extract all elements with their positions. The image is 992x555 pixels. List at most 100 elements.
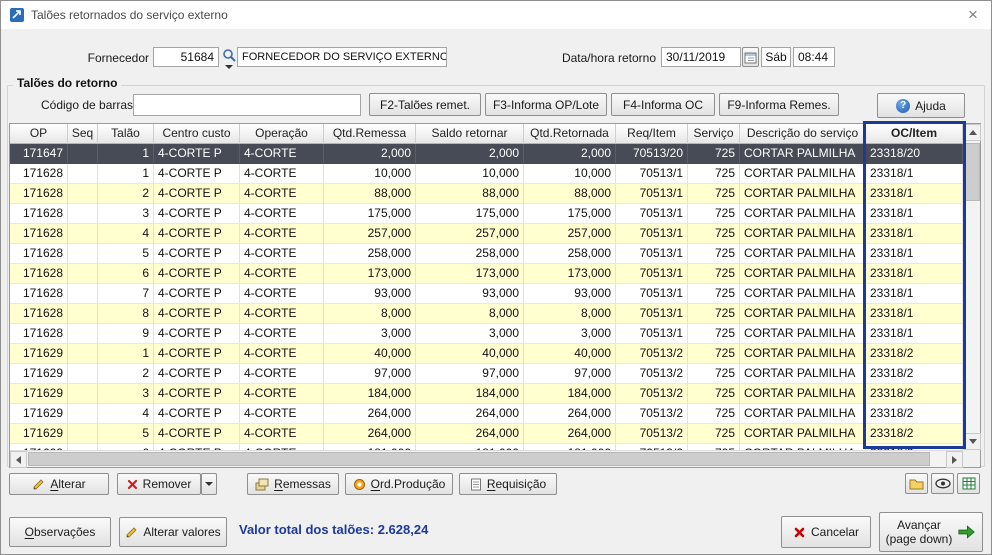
remessas-button[interactable]: Remessas bbox=[247, 473, 339, 495]
folder-icon bbox=[909, 478, 924, 490]
cell: 171629 bbox=[10, 404, 68, 424]
f9-informa-remes-button[interactable]: F9-Informa Remes. bbox=[719, 93, 839, 116]
column-header-servi-o[interactable]: Serviço bbox=[688, 124, 740, 144]
alterar-valores-label: Alterar valores bbox=[143, 525, 220, 539]
cell: 171628 bbox=[10, 284, 68, 304]
cell: 725 bbox=[688, 224, 740, 244]
table-row[interactable]: 17162844-CORTE P4-CORTE257,000257,000257… bbox=[10, 224, 963, 244]
alterar-button[interactable]: Alterar bbox=[9, 473, 109, 495]
alterar-valores-button[interactable]: Alterar valores bbox=[119, 517, 227, 547]
cell: 264,000 bbox=[416, 424, 524, 444]
f4-informa-oc-button[interactable]: F4-Informa OC bbox=[611, 93, 715, 116]
cell bbox=[68, 364, 98, 384]
observacoes-button[interactable]: Observações bbox=[9, 517, 111, 547]
table-row[interactable]: 17162864-CORTE P4-CORTE173,000173,000173… bbox=[10, 264, 963, 284]
cell: 725 bbox=[688, 244, 740, 264]
cell: CORTAR PALMILHA bbox=[740, 344, 866, 364]
cell: 3 bbox=[98, 204, 154, 224]
table-row[interactable]: 17162854-CORTE P4-CORTE258,000258,000258… bbox=[10, 244, 963, 264]
remover-dropdown-button[interactable] bbox=[201, 473, 217, 495]
table-row[interactable]: 17162824-CORTE P4-CORTE88,00088,00088,00… bbox=[10, 184, 963, 204]
vertical-scroll-thumb[interactable] bbox=[965, 143, 980, 201]
table-row[interactable]: 17162874-CORTE P4-CORTE93,00093,00093,00… bbox=[10, 284, 963, 304]
cell bbox=[68, 204, 98, 224]
horizontal-scrollbar[interactable] bbox=[10, 450, 963, 467]
scrollbar-corner bbox=[963, 450, 980, 467]
avancar-button[interactable]: Avançar (page down) bbox=[879, 512, 983, 552]
remover-button[interactable]: Remover bbox=[117, 473, 201, 495]
cell: 171629 bbox=[10, 424, 68, 444]
cell: 70513/1 bbox=[616, 264, 688, 284]
column-header-req-item[interactable]: Req/Item bbox=[616, 124, 688, 144]
cell: 10,000 bbox=[524, 164, 616, 184]
cancel-x-icon bbox=[793, 526, 806, 539]
cell: 4-CORTE bbox=[240, 384, 324, 404]
table-row[interactable]: 17162834-CORTE P4-CORTE175,000175,000175… bbox=[10, 204, 963, 224]
cell: 97,000 bbox=[524, 364, 616, 384]
ajuda-button[interactable]: ? Ajuda bbox=[877, 93, 965, 118]
column-header-oc-item[interactable]: OC/Item bbox=[866, 124, 963, 144]
column-header-descri-o-do-servi-o[interactable]: Descrição do serviço bbox=[740, 124, 866, 144]
folder-button[interactable] bbox=[905, 473, 928, 494]
column-header-op[interactable]: OP bbox=[10, 124, 68, 144]
fornecedor-code-field[interactable]: 51684 bbox=[153, 47, 219, 67]
table-row[interactable]: 17162934-CORTE P4-CORTE184,000184,000184… bbox=[10, 384, 963, 404]
scroll-left-button[interactable] bbox=[10, 451, 27, 468]
cell bbox=[68, 324, 98, 344]
cell: 4-CORTE P bbox=[154, 244, 240, 264]
f2-taloes-remet-button[interactable]: F2-Talões remet. bbox=[369, 93, 481, 116]
vertical-scrollbar[interactable] bbox=[963, 124, 980, 450]
cell: 173,000 bbox=[416, 264, 524, 284]
cell bbox=[68, 404, 98, 424]
export-spreadsheet-button[interactable] bbox=[957, 473, 980, 494]
table-row[interactable]: 17164714-CORTE P4-CORTE2,0002,0002,00070… bbox=[10, 144, 963, 164]
cell: 171628 bbox=[10, 264, 68, 284]
cell: 8 bbox=[98, 304, 154, 324]
cell: 4-CORTE bbox=[240, 424, 324, 444]
column-header-qtd-retornada[interactable]: Qtd.Retornada bbox=[524, 124, 616, 144]
window-title: Talões retornados do serviço externo bbox=[31, 8, 228, 22]
table-row[interactable]: 17162914-CORTE P4-CORTE40,00040,00040,00… bbox=[10, 344, 963, 364]
column-header-qtd-remessa[interactable]: Qtd.Remessa bbox=[324, 124, 416, 144]
column-header-saldo-retornar[interactable]: Saldo retornar bbox=[416, 124, 524, 144]
close-button[interactable]: × bbox=[957, 1, 989, 29]
time-field[interactable]: 08:44 bbox=[793, 47, 835, 67]
column-header-tal-o[interactable]: Talão bbox=[98, 124, 154, 144]
cell: 171629 bbox=[10, 364, 68, 384]
cell: 4-CORTE bbox=[240, 244, 324, 264]
view-button[interactable] bbox=[931, 473, 954, 494]
date-field[interactable]: 30/11/2019 bbox=[661, 47, 741, 67]
cell: 4-CORTE P bbox=[154, 224, 240, 244]
cell: 70513/2 bbox=[616, 404, 688, 424]
cell: 2,000 bbox=[416, 144, 524, 164]
table-row[interactable]: 17162894-CORTE P4-CORTE3,0003,0003,00070… bbox=[10, 324, 963, 344]
scroll-right-button[interactable] bbox=[946, 451, 963, 468]
requisicao-button[interactable]: Requisição bbox=[459, 473, 557, 495]
cell: 725 bbox=[688, 264, 740, 284]
table-row[interactable]: 17162954-CORTE P4-CORTE264,000264,000264… bbox=[10, 424, 963, 444]
column-header-centro-custo[interactable]: Centro custo bbox=[154, 124, 240, 144]
calendar-button[interactable] bbox=[742, 47, 759, 67]
cell: CORTAR PALMILHA bbox=[740, 424, 866, 444]
table-row[interactable]: 17162924-CORTE P4-CORTE97,00097,00097,00… bbox=[10, 364, 963, 384]
cell: 4 bbox=[98, 404, 154, 424]
f3-informa-op-lote-button[interactable]: F3-Informa OP/Lote bbox=[485, 93, 607, 116]
scroll-down-button[interactable] bbox=[964, 433, 981, 450]
cell: 6 bbox=[98, 264, 154, 284]
barcode-input[interactable] bbox=[133, 94, 361, 116]
cell: 4-CORTE P bbox=[154, 324, 240, 344]
column-header-seq[interactable]: Seq bbox=[68, 124, 98, 144]
cell: 10,000 bbox=[416, 164, 524, 184]
table-row[interactable]: 17162884-CORTE P4-CORTE8,0008,0008,00070… bbox=[10, 304, 963, 324]
horizontal-scroll-thumb[interactable] bbox=[28, 452, 930, 466]
table-row[interactable]: 17162944-CORTE P4-CORTE264,000264,000264… bbox=[10, 404, 963, 424]
ord-producao-button[interactable]: Ord.Produção bbox=[345, 473, 453, 495]
table-row[interactable]: 17162814-CORTE P4-CORTE10,00010,00010,00… bbox=[10, 164, 963, 184]
column-header-opera-o[interactable]: Operação bbox=[240, 124, 324, 144]
scroll-up-button[interactable] bbox=[964, 124, 981, 141]
fornecedor-name-field[interactable]: FORNECEDOR DO SERVIÇO EXTERNO bbox=[237, 47, 447, 67]
cell: 171628 bbox=[10, 304, 68, 324]
fornecedor-dropdown-caret-icon[interactable] bbox=[225, 65, 233, 69]
group-title: Talões do retorno bbox=[13, 76, 121, 90]
cancelar-button[interactable]: Cancelar bbox=[781, 516, 871, 548]
